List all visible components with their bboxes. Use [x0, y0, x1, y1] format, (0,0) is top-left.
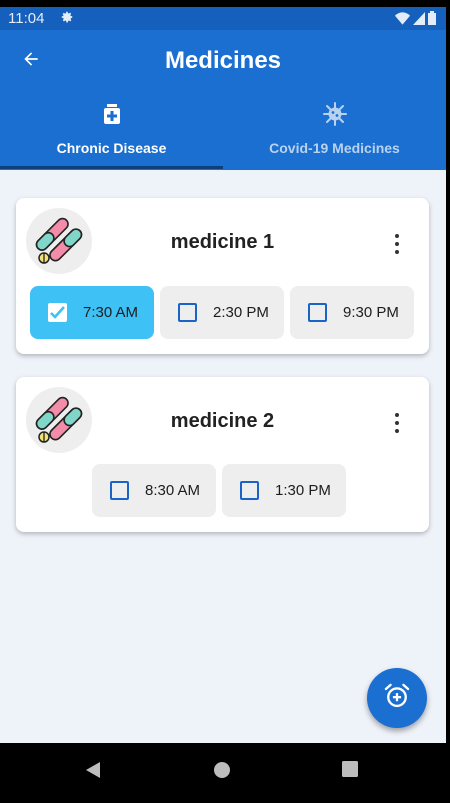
- checkbox-icon[interactable]: [308, 303, 327, 322]
- dose-time-label: 2:30 PM: [213, 304, 269, 321]
- tab-label: Covid-19 Medicines: [269, 140, 400, 156]
- page-title: Medicines: [164, 47, 282, 74]
- more-options-button[interactable]: [387, 232, 407, 256]
- dose-time-label: 8:30 AM: [145, 482, 201, 499]
- dose-time-chip[interactable]: 9:30 PM: [290, 286, 414, 339]
- nav-home-icon[interactable]: [213, 761, 231, 784]
- add-alarm-icon: [383, 682, 411, 715]
- dose-time-label: 1:30 PM: [275, 482, 331, 499]
- checkbox-checked-icon[interactable]: [48, 303, 67, 322]
- medicine-name: medicine 2: [170, 410, 275, 432]
- more-vert-icon: [395, 234, 399, 238]
- medicine-name: medicine 1: [170, 231, 275, 253]
- tab-covid-19-medicines[interactable]: Covid-19 Medicines: [223, 100, 446, 170]
- nav-recents-icon[interactable]: [342, 761, 358, 783]
- medicine-card: medicine 1 7:30 AM 2:30 PM 9:30 PM: [16, 198, 429, 354]
- checkbox-icon[interactable]: [240, 481, 259, 500]
- add-alarm-button[interactable]: [367, 668, 427, 728]
- dose-time-label: 9:30 PM: [343, 304, 399, 321]
- tab-label: Chronic Disease: [56, 140, 167, 156]
- battery-icon: [428, 11, 436, 30]
- medical-box-icon: [0, 100, 223, 128]
- medicine-card: medicine 2 8:30 AM 1:30 PM: [16, 377, 429, 532]
- status-bar: 11:04: [0, 7, 446, 30]
- settings-gear-icon: [60, 10, 74, 29]
- checkbox-icon[interactable]: [178, 303, 197, 322]
- virus-icon: [223, 100, 446, 128]
- dose-time-chip[interactable]: 2:30 PM: [160, 286, 284, 339]
- more-options-button[interactable]: [387, 411, 407, 435]
- nav-back-icon[interactable]: [85, 761, 101, 784]
- wifi-icon: [395, 11, 410, 30]
- status-icons: [395, 11, 436, 30]
- dose-time-label: 7:30 AM: [83, 304, 139, 321]
- dose-time-chip[interactable]: 8:30 AM: [92, 464, 216, 517]
- dose-time-chip[interactable]: 1:30 PM: [222, 464, 346, 517]
- app-bar: Medicines Chronic Disease Covid-19 Medic…: [0, 30, 446, 170]
- tab-chronic-disease[interactable]: Chronic Disease: [0, 100, 223, 170]
- tab-indicator: [0, 166, 223, 169]
- system-nav-bar: [0, 743, 450, 803]
- medicine-list: medicine 1 7:30 AM 2:30 PM 9:30 PM medic…: [0, 170, 446, 743]
- status-time: 11:04: [8, 10, 45, 27]
- app-screen: 11:04 Medicines Chronic Disease Covid-19…: [0, 0, 450, 803]
- more-vert-icon: [395, 413, 399, 417]
- checkbox-icon[interactable]: [110, 481, 129, 500]
- signal-icon: [413, 11, 425, 30]
- dose-time-chip[interactable]: 7:30 AM: [30, 286, 154, 339]
